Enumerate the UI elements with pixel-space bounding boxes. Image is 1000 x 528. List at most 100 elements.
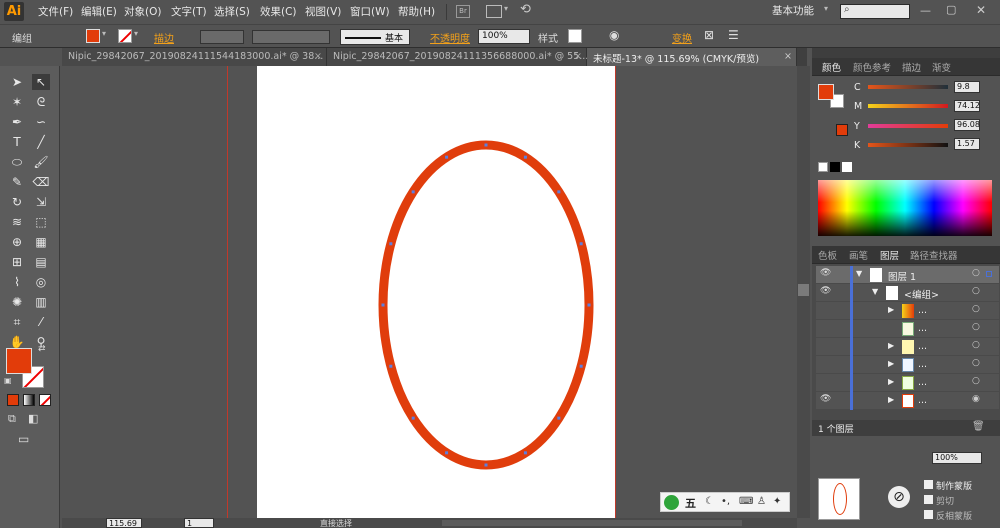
anchor-point[interactable] — [445, 155, 449, 159]
direct-selection-tool-icon[interactable]: ↖ — [32, 74, 50, 90]
menu-file[interactable]: 文件(F) — [38, 4, 73, 19]
workspace-switcher[interactable]: 基本功能 — [772, 3, 814, 18]
line-tool-icon[interactable]: ╱ — [32, 134, 50, 150]
menu-icon[interactable]: ☰ — [728, 28, 739, 42]
make-mask-checkbox[interactable] — [924, 480, 933, 489]
opacity-link[interactable]: 不透明度 — [430, 30, 470, 45]
artboard-tool-icon[interactable]: ⌗ — [8, 314, 26, 330]
transform-link[interactable]: 变换 — [672, 30, 692, 45]
slider-yellow[interactable] — [868, 124, 948, 128]
panel-fill-box[interactable] — [818, 84, 834, 100]
sublayer-row[interactable]: ▶... ○ — [816, 302, 999, 320]
settings-icon[interactable]: ✦ — [773, 496, 781, 507]
anchor-point[interactable] — [381, 303, 385, 307]
lasso-tool-icon[interactable]: ᘓ — [32, 94, 50, 110]
slice-tool-icon[interactable]: ⁄ — [32, 314, 50, 330]
mesh-tool-icon[interactable]: ⊞ — [8, 254, 26, 270]
anchor-point[interactable] — [579, 242, 583, 246]
anchor-point[interactable] — [484, 463, 488, 467]
fill-color-box[interactable] — [6, 348, 32, 374]
slider-black[interactable] — [868, 143, 948, 147]
selection-tool-icon[interactable]: ➤ — [8, 74, 26, 90]
align-icon[interactable]: ⊠ — [704, 28, 714, 42]
maximize-icon[interactable]: ▢ — [946, 3, 956, 16]
menu-type[interactable]: 文字(T) — [171, 4, 207, 19]
chevron-down-icon[interactable]: ▾ — [102, 29, 106, 38]
shape-builder-tool-icon[interactable]: ⊕ — [8, 234, 26, 250]
target-icon[interactable]: ○ — [972, 358, 980, 368]
none-swatch[interactable] — [818, 162, 828, 172]
target-icon[interactable]: ○ — [972, 268, 980, 278]
zoom-field[interactable]: 115.69 — [106, 518, 142, 528]
chevron-down-icon[interactable]: ▾ — [824, 4, 828, 13]
menu-help[interactable]: 帮助(H) — [398, 4, 435, 19]
tab-pathfinder[interactable]: 路径查找器 — [910, 248, 958, 262]
menu-effect[interactable]: 效果(C) — [260, 4, 297, 19]
eraser-tool-icon[interactable]: ⌫ — [32, 174, 50, 190]
make-mask-button[interactable]: 制作蒙版 — [936, 479, 972, 492]
stroke-none-swatch[interactable] — [118, 29, 132, 43]
menu-select[interactable]: 选择(S) — [214, 4, 250, 19]
chevron-right-icon[interactable]: ▶ — [888, 359, 894, 368]
target-icon[interactable]: ◉ — [972, 394, 980, 404]
eyedropper-tool-icon[interactable]: ⌇ — [8, 274, 26, 290]
sublayer-row[interactable]: ▶... ○ — [816, 374, 999, 392]
slider-magenta[interactable] — [868, 104, 948, 108]
symbol-sprayer-tool-icon[interactable]: ✺ — [8, 294, 26, 310]
variable-width-profile[interactable] — [252, 30, 330, 44]
artboard-number-field[interactable]: 1 — [184, 518, 214, 528]
chevron-right-icon[interactable]: ▶ — [888, 377, 894, 386]
chevron-down-icon[interactable]: ▾ — [134, 29, 138, 38]
target-icon[interactable]: ○ — [972, 376, 980, 386]
close-icon[interactable]: × — [314, 51, 322, 62]
bridge-icon[interactable]: Br — [456, 5, 470, 18]
magic-wand-tool-icon[interactable]: ✶ — [8, 94, 26, 110]
column-graph-tool-icon[interactable]: ▥ — [32, 294, 50, 310]
close-icon[interactable]: × — [784, 51, 792, 62]
anchor-point[interactable] — [411, 190, 415, 194]
ime-mode-label[interactable]: 五 — [685, 495, 696, 511]
selection-indicator[interactable] — [986, 271, 992, 277]
target-icon[interactable]: ○ — [972, 304, 980, 314]
anchor-point[interactable] — [411, 416, 415, 420]
chevron-right-icon[interactable]: ▶ — [888, 305, 894, 314]
sublayer-row[interactable]: ... ○ — [816, 320, 999, 338]
perspective-grid-tool-icon[interactable]: ▦ — [32, 234, 50, 250]
none-mode-icon[interactable] — [39, 394, 51, 406]
menu-view[interactable]: 视图(V) — [305, 4, 341, 19]
drawing-modes-icon[interactable]: ⧉ — [8, 412, 16, 426]
horizontal-scrollbar[interactable] — [442, 520, 742, 526]
search-input[interactable]: ⌕ — [840, 4, 910, 19]
fill-color-swatch[interactable] — [86, 29, 100, 43]
color-mode-icon[interactable] — [7, 394, 19, 406]
chevron-down-icon[interactable]: ▼ — [872, 287, 878, 296]
vertical-scrollbar[interactable] — [797, 66, 810, 518]
black-swatch[interactable] — [830, 162, 840, 172]
tab-document-active[interactable]: 未标题-13* @ 115.69% (CMYK/预览) × — [587, 48, 797, 66]
tab-layers[interactable]: 图层 — [880, 248, 899, 262]
scroll-thumb[interactable] — [798, 284, 809, 296]
keyboard-icon[interactable]: ⌨ — [739, 496, 753, 507]
menu-object[interactable]: 对象(O) — [124, 4, 161, 19]
yellow-value[interactable]: 96.08 — [954, 119, 980, 131]
type-tool-icon[interactable]: T — [8, 134, 26, 150]
warp-tool-icon[interactable]: ≋ — [8, 214, 26, 230]
arrange-documents-icon[interactable] — [486, 5, 502, 18]
eye-icon[interactable]: 👁 — [820, 268, 831, 278]
anchor-point[interactable] — [484, 143, 488, 147]
target-icon[interactable]: ○ — [972, 340, 980, 350]
moon-icon[interactable]: ☾ — [705, 496, 714, 507]
stroke-weight-field[interactable] — [200, 30, 244, 44]
free-transform-tool-icon[interactable]: ⬚ — [32, 214, 50, 230]
curvature-tool-icon[interactable]: ∽ — [32, 114, 50, 130]
canvas-area[interactable] — [62, 66, 797, 518]
transparency-opacity-field[interactable]: 100% — [932, 452, 982, 464]
clip-icon[interactable]: ⊘ — [888, 486, 910, 508]
chevron-right-icon[interactable]: ▶ — [888, 341, 894, 350]
sublayer-row[interactable]: ▶... ○ — [816, 356, 999, 374]
gradient-tool-icon[interactable]: ▤ — [32, 254, 50, 270]
tab-gradient[interactable]: 渐变 — [932, 60, 951, 74]
close-icon[interactable]: × — [574, 51, 582, 62]
clip-checkbox[interactable] — [924, 495, 933, 504]
screen-mode-icon[interactable]: ▭ — [18, 432, 29, 446]
